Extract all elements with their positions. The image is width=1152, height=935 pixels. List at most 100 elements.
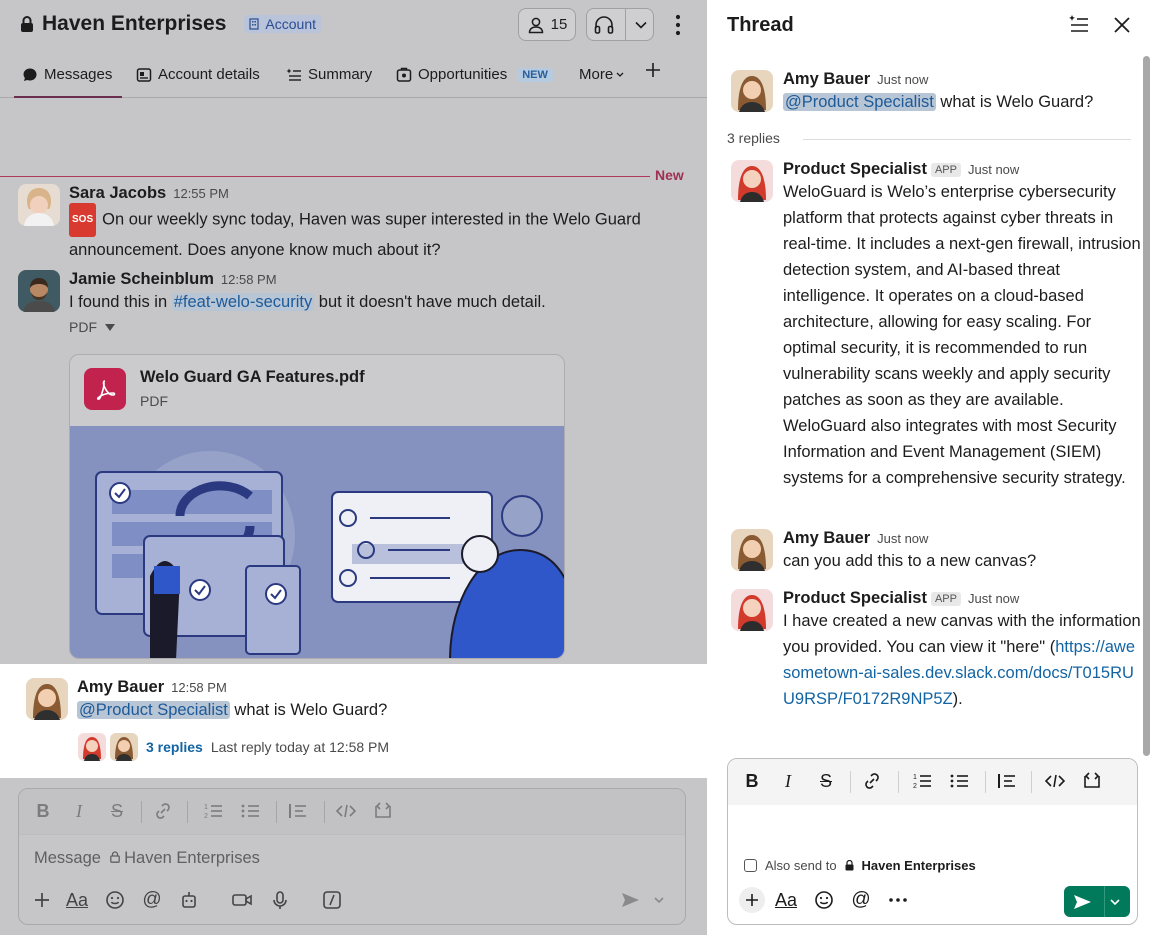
thread-options-icon[interactable] (1067, 13, 1091, 37)
message-time[interactable]: Just now (968, 162, 1019, 177)
user-mention[interactable]: @Product Specialist (783, 93, 936, 111)
blockquote-icon[interactable] (288, 801, 308, 821)
message-time[interactable]: 12:55 PM (173, 186, 229, 201)
close-icon[interactable] (1110, 13, 1134, 37)
divider (187, 801, 188, 823)
send-icon[interactable] (619, 889, 641, 911)
svg-text:1: 1 (913, 774, 917, 781)
message-author[interactable]: Product Specialist (783, 589, 927, 607)
avatar[interactable] (18, 184, 60, 226)
channel-link[interactable]: #feat-welo-security (171, 293, 315, 311)
strikethrough-icon[interactable]: S (107, 801, 127, 821)
numbered-list-icon[interactable]: 12 (912, 771, 932, 791)
link-icon[interactable] (862, 771, 882, 791)
text-format-icon[interactable]: Aa (66, 889, 88, 911)
kebab-menu-icon[interactable] (669, 12, 687, 38)
code-icon[interactable] (1045, 771, 1065, 791)
avatar[interactable] (731, 70, 773, 112)
replies-link[interactable]: 3 replies (146, 739, 203, 755)
avatar[interactable] (26, 678, 68, 720)
avatar[interactable] (731, 160, 773, 202)
link-icon[interactable] (153, 801, 173, 821)
microphone-icon[interactable] (269, 889, 291, 911)
message-author[interactable]: Product Specialist (783, 160, 927, 178)
emoji-icon[interactable] (813, 889, 835, 911)
mention-icon[interactable]: @ (850, 889, 872, 911)
text-format-icon[interactable]: Aa (775, 889, 797, 911)
thread-pane: Thread Amy Bauer Just now @Product Specia… (707, 0, 1152, 935)
tab-summary[interactable]: Summary (286, 66, 372, 83)
video-icon[interactable] (231, 889, 253, 911)
tab-opportunities[interactable]: Opportunities NEW (396, 66, 553, 83)
add-tab-button[interactable] (645, 62, 661, 78)
message-author[interactable]: Sara Jacobs (69, 184, 166, 202)
message-time[interactable]: Just now (877, 72, 928, 87)
user-mention[interactable]: @Product Specialist (77, 701, 230, 719)
thread-composer[interactable]: B I S 12 Also send to Haven Enterprises … (727, 758, 1138, 925)
message-author[interactable]: Amy Bauer (783, 70, 870, 88)
shortcut-icon[interactable] (321, 889, 343, 911)
plus-icon[interactable] (739, 887, 765, 913)
message-item[interactable]: Sara Jacobs 12:55 PM SOS On our weekly syn… (18, 184, 688, 259)
thread-reply[interactable]: Product Specialist APP Just now WeloGuard … (731, 160, 1141, 516)
message-time[interactable]: Just now (877, 531, 928, 546)
lock-icon (109, 851, 120, 863)
bold-icon[interactable]: B (33, 801, 53, 821)
bulleted-list-icon[interactable] (949, 771, 969, 791)
plus-icon[interactable] (31, 889, 53, 911)
thread-reply[interactable]: Product Specialist APP Just now I have cre… (731, 589, 1141, 739)
tab-messages[interactable]: Messages (13, 66, 123, 98)
bold-icon[interactable]: B (742, 771, 762, 791)
file-attachment[interactable]: Welo Guard GA Features.pdf PDF (69, 354, 565, 659)
code-block-icon[interactable] (373, 801, 393, 821)
tab-more[interactable]: More (579, 66, 624, 83)
mention-icon[interactable]: @ (141, 889, 163, 911)
send-button[interactable] (1064, 886, 1130, 917)
message-composer[interactable]: B I S 12 Message Haven Enterprises Aa @ (18, 788, 686, 925)
code-icon[interactable] (336, 801, 356, 821)
chevron-down-icon[interactable] (1105, 892, 1125, 912)
message-time[interactable]: 12:58 PM (221, 272, 277, 287)
highlighted-message[interactable]: Amy Bauer 12:58 PM @Product Specialist wh… (0, 664, 707, 778)
message-time[interactable]: 12:58 PM (171, 680, 227, 695)
avatar[interactable] (731, 529, 773, 571)
channel-pane: Haven Enterprises Account 15 Messages Ac… (0, 0, 707, 935)
placeholder-prefix: Message (34, 849, 101, 867)
tab-account-details[interactable]: Account details (136, 66, 260, 83)
composer-placeholder[interactable]: Message Haven Enterprises (34, 849, 260, 868)
numbered-list-icon[interactable]: 12 (203, 801, 223, 821)
members-button[interactable]: 15 (518, 8, 576, 41)
thread-root-message[interactable]: Amy Bauer Just now @Product Specialist wh… (731, 70, 1141, 122)
code-block-icon[interactable] (1082, 771, 1102, 791)
message-author[interactable]: Amy Bauer (77, 678, 164, 696)
emoji-icon[interactable] (104, 889, 126, 911)
message-author[interactable]: Amy Bauer (783, 529, 870, 547)
avatar[interactable] (731, 589, 773, 631)
file-preview-image[interactable] (70, 426, 564, 658)
italic-icon[interactable]: I (69, 801, 89, 821)
account-badge[interactable]: Account (244, 15, 322, 33)
huddle-button[interactable] (586, 8, 654, 41)
thread-reply[interactable]: Amy Bauer Just now can you add this to a … (731, 529, 1141, 581)
also-send-checkbox[interactable] (744, 859, 757, 872)
channel-title[interactable]: Haven Enterprises Account (20, 12, 322, 36)
italic-icon[interactable]: I (778, 771, 798, 791)
thread-summary[interactable]: 3 replies Last reply today at 12:58 PM (78, 733, 389, 761)
bot-icon[interactable] (178, 889, 200, 911)
attachment-toggle[interactable]: PDF (69, 319, 669, 335)
message-author[interactable]: Jamie Scheinblum (69, 270, 214, 288)
thread-scrollbar[interactable] (1143, 56, 1150, 756)
message-item[interactable]: Jamie Scheinblum 12:58 PM I found this in… (18, 270, 688, 660)
more-actions-icon[interactable] (887, 889, 909, 911)
chevron-down-icon[interactable] (635, 21, 647, 29)
strikethrough-icon[interactable]: S (816, 771, 836, 791)
message-time[interactable]: Just now (968, 591, 1019, 606)
message-body: Amy Bauer Just now @Product Specialist wh… (783, 70, 1143, 115)
chevron-down-icon[interactable] (653, 889, 665, 911)
blockquote-icon[interactable] (997, 771, 1017, 791)
also-send-option[interactable]: Also send to Haven Enterprises (744, 858, 976, 873)
avatar[interactable] (18, 270, 60, 312)
bulleted-list-icon[interactable] (240, 801, 260, 821)
file-name[interactable]: Welo Guard GA Features.pdf (140, 368, 365, 387)
sos-emoji-icon: SOS (69, 203, 97, 237)
